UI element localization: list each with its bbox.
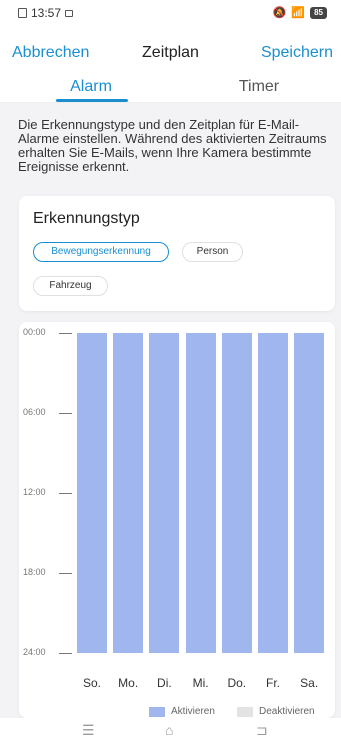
y-tick-label: 24:00	[23, 647, 46, 657]
x-day-label: Do.	[227, 676, 247, 690]
header: Zeitplan Abbrechen Speichern	[0, 38, 341, 68]
notification-icon	[18, 8, 27, 18]
status-bar: 13:57 🔕 📶 85	[0, 0, 341, 28]
x-day-label: Di.	[157, 676, 172, 690]
schedule-bar-4[interactable]	[221, 333, 252, 653]
status-left: 13:57	[18, 6, 74, 20]
schedule-bar-2[interactable]	[149, 333, 180, 653]
battery-icon: 85	[310, 6, 327, 19]
y-tick-mark	[59, 493, 72, 494]
tab-bar: Alarm Timer	[0, 72, 341, 103]
y-tick-mark	[59, 653, 72, 654]
y-tick-mark	[59, 573, 72, 574]
schedule-bar-5[interactable]	[258, 333, 288, 653]
y-tick-mark	[59, 413, 72, 414]
schedule-chart-card: 00:00 06:00 12:00 18:00 24:00 So. Mo. Di. Mi. Do.…	[19, 322, 335, 718]
y-tick-label: 18:00	[23, 567, 46, 577]
x-day-label: Mo.	[118, 676, 139, 690]
wifi-icon: 📶	[291, 7, 306, 19]
legend-active-label: Aktivieren	[171, 706, 215, 717]
schedule-bar-3[interactable]	[185, 333, 216, 653]
detection-type-card: Erkennungstyp Bewegungserkennung Person …	[19, 196, 335, 311]
x-day-label: Sa.	[300, 676, 319, 690]
tab-indicator	[56, 99, 128, 102]
y-tick-label: 00:00	[23, 327, 46, 337]
x-day-label: So.	[82, 676, 101, 690]
mute-icon: 🔕	[272, 7, 287, 19]
schedule-bar-1[interactable]	[113, 333, 144, 653]
schedule-bar-6[interactable]	[294, 333, 325, 653]
chip-person[interactable]: Person	[182, 242, 243, 262]
tab-timer[interactable]: Timer	[220, 78, 298, 96]
tab-alarm[interactable]: Alarm	[52, 78, 130, 96]
chip-vehicle[interactable]: Fahrzeug	[33, 276, 108, 296]
legend-inactive: Deaktivieren	[237, 706, 315, 717]
schedule-chart[interactable]: 00:00 06:00 12:00 18:00 24:00 So. Mo. Di. Mi. Do.…	[19, 322, 335, 718]
x-day-label: Mi.	[192, 676, 209, 690]
schedule-bar-0[interactable]	[77, 333, 107, 653]
cancel-button[interactable]: Abbrechen	[12, 44, 89, 62]
legend-active-swatch	[149, 706, 165, 717]
status-right: 🔕 📶 85	[273, 6, 327, 19]
status-time: 13:57	[31, 6, 62, 20]
y-tick-label: 06:00	[23, 407, 46, 417]
back-icon[interactable]: ⊐	[256, 722, 268, 739]
description-text: Die Erkennungstype und den Zeitplan für …	[18, 117, 327, 174]
sim-icon	[65, 9, 74, 17]
chip-motion-detection[interactable]: Bewegungserkennung	[33, 242, 169, 262]
x-day-label: Fr.	[266, 676, 280, 690]
detection-type-title: Erkennungstyp	[33, 210, 140, 227]
y-tick-mark	[59, 333, 72, 334]
home-icon[interactable]: ⌂	[165, 722, 173, 738]
system-nav-bar: ☰ ⌂ ⊐	[0, 718, 341, 745]
save-button[interactable]: Speichern	[261, 44, 333, 62]
y-tick-label: 12:00	[23, 487, 46, 497]
legend-active: Aktivieren	[149, 706, 215, 717]
menu-icon[interactable]: ☰	[82, 722, 95, 739]
legend-inactive-swatch	[237, 706, 253, 717]
legend-inactive-label: Deaktivieren	[259, 706, 315, 717]
